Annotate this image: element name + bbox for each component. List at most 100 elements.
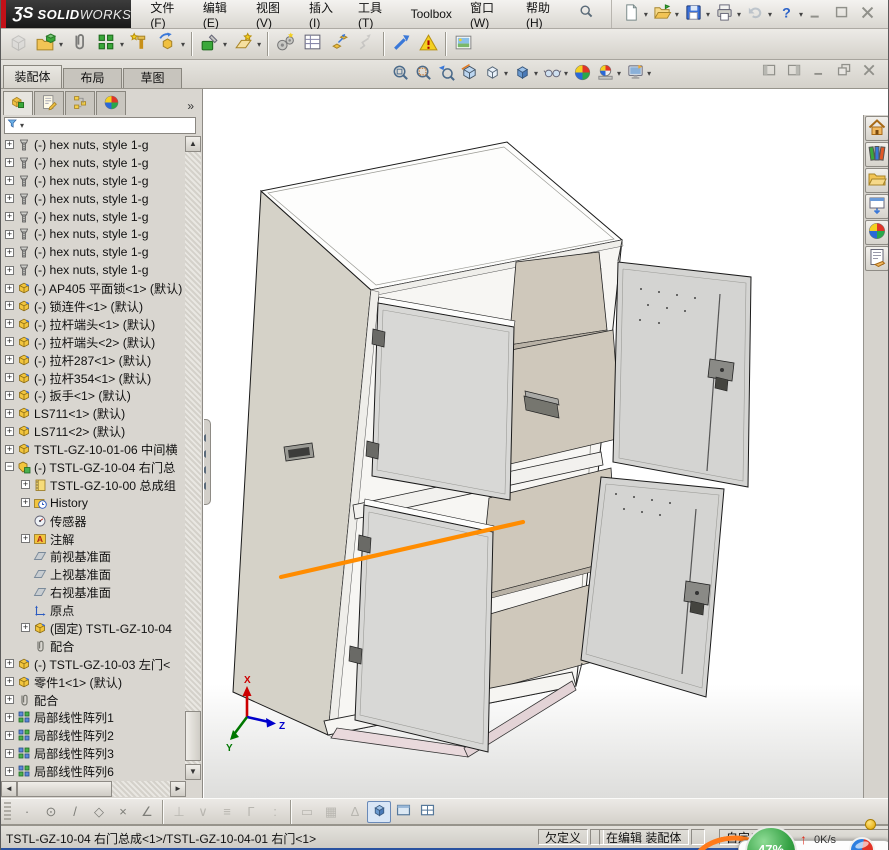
tree-item[interactable]: + TSTL-GZ-10-00 总成组 xyxy=(1,476,187,494)
dropdown-arrow[interactable]: ▾ xyxy=(257,40,261,49)
new-motion-study-button[interactable] xyxy=(272,31,299,58)
filter-dropdown-arrow[interactable]: ▾ xyxy=(20,121,24,130)
tree-item[interactable]: +原点 xyxy=(1,601,187,619)
tree-item[interactable]: + (-) hex nuts, style 1-g xyxy=(1,172,187,190)
tree-expander[interactable]: + xyxy=(21,480,30,490)
dropdown-arrow[interactable]: ▾ xyxy=(799,10,803,19)
filter-icon[interactable] xyxy=(7,118,20,134)
tree-expander[interactable]: + xyxy=(5,283,14,293)
tree-item[interactable]: + (-) 锁连件<1> (默认) xyxy=(1,297,187,315)
open-button[interactable] xyxy=(651,2,675,26)
panel-tab-dimxpert-manager[interactable] xyxy=(96,91,126,115)
ruler-button[interactable]: ▭ xyxy=(295,801,319,823)
relation-perpendicular-button[interactable]: ⊥ xyxy=(167,801,191,823)
tree-expander[interactable]: + xyxy=(21,498,30,508)
dropdown-arrow[interactable]: ▾ xyxy=(768,10,772,19)
zoom-to-area-button[interactable] xyxy=(412,62,435,85)
tree-item[interactable]: + 配合 xyxy=(1,691,187,709)
shelf-top[interactable] xyxy=(508,251,608,346)
angle-snap-button[interactable]: ∆ xyxy=(343,801,367,823)
tree-item[interactable]: − (-) TSTL-GZ-10-04 右门总 xyxy=(1,458,187,476)
hinge-upper-left-2[interactable] xyxy=(365,440,380,460)
tree-expander[interactable]: − xyxy=(5,462,14,472)
section-view-button[interactable] xyxy=(458,62,481,85)
dropdown-arrow[interactable]: ▾ xyxy=(504,69,508,78)
tree-item[interactable]: + (-) 拉杆端头<1> (默认) xyxy=(1,315,187,333)
tab-布局[interactable]: 布局 xyxy=(63,68,122,88)
insert-component-button[interactable] xyxy=(5,31,32,58)
scroll-down-button[interactable]: ▼ xyxy=(185,764,201,780)
viewport-single-button[interactable] xyxy=(391,801,415,823)
dropdown-arrow[interactable]: ▾ xyxy=(120,40,124,49)
help-button[interactable]: ? xyxy=(775,2,799,26)
tree-expander[interactable]: + xyxy=(5,659,14,669)
filter-input[interactable] xyxy=(27,118,193,133)
tree-item[interactable]: + (-) 拉杆287<1> (默认) xyxy=(1,351,187,369)
dropdown-arrow[interactable]: ▾ xyxy=(181,40,185,49)
cabinet-model[interactable]: X Z Y xyxy=(204,89,889,798)
tree-expander[interactable]: + xyxy=(5,766,14,776)
tree-item[interactable]: + A 注解 xyxy=(1,530,187,548)
interference-detection-button[interactable] xyxy=(415,31,442,58)
tree-item[interactable]: + 局部线性阵列2 xyxy=(1,726,187,744)
tree-expander[interactable]: + xyxy=(5,426,14,436)
tab-草图[interactable]: 草图 xyxy=(123,68,182,88)
shaded-view-button[interactable] xyxy=(367,800,391,823)
tree-expander[interactable]: + xyxy=(5,319,14,329)
window-close-button[interactable] xyxy=(858,5,878,23)
sketch-polygon-button[interactable]: ◇ xyxy=(87,801,111,823)
scroll-right-button[interactable]: ► xyxy=(170,781,186,797)
tree-expander[interactable]: + xyxy=(5,140,14,150)
tree-item[interactable]: + 局部线性阵列1 xyxy=(1,709,187,727)
dropdown-arrow[interactable]: ▾ xyxy=(675,10,679,19)
tree-item[interactable]: + (-) hex nuts, style 1-g xyxy=(1,243,187,261)
undo-button[interactable] xyxy=(744,2,768,26)
tree-item[interactable]: +右视基准面 xyxy=(1,583,187,601)
menu-6[interactable]: 窗口(W) xyxy=(461,0,517,30)
tree-item[interactable]: + (-) hex nuts, style 1-g xyxy=(1,225,187,243)
tree-item[interactable]: + TSTL-GZ-10-01-06 中间横 xyxy=(1,440,187,458)
dropdown-arrow[interactable]: ▾ xyxy=(737,10,741,19)
relation-points-button[interactable]: : xyxy=(263,801,287,823)
task-pane-appearances-button[interactable] xyxy=(865,220,888,245)
bill-of-materials-button[interactable] xyxy=(299,31,326,58)
mate-button[interactable] xyxy=(66,31,93,58)
viewport-split-button[interactable] xyxy=(415,801,439,823)
grid-button[interactable]: ▦ xyxy=(319,801,343,823)
dropdown-arrow[interactable]: ▾ xyxy=(223,40,227,49)
print-button[interactable] xyxy=(713,2,737,26)
exploded-view-button[interactable] xyxy=(326,31,353,58)
tree-item[interactable]: + (-) AP405 平面锁<1> (默认) xyxy=(1,279,187,297)
horizontal-scroll-thumb[interactable] xyxy=(17,781,112,797)
tree-item[interactable]: +传感器 xyxy=(1,512,187,530)
tree-item[interactable]: + (固定) TSTL-GZ-10-04 xyxy=(1,619,187,637)
tree-item[interactable]: + (-) 拉杆端头<2> (默认) xyxy=(1,333,187,351)
instant3d-button[interactable] xyxy=(388,31,415,58)
task-pane-design-library-button[interactable] xyxy=(865,142,888,167)
dropdown-arrow[interactable]: ▾ xyxy=(534,69,538,78)
tree-item[interactable]: + LS711<1> (默认) xyxy=(1,404,187,422)
sketch-trim-button[interactable]: × xyxy=(111,801,135,823)
dropdown-arrow[interactable]: ▾ xyxy=(617,69,621,78)
panel-tab-property-manager[interactable] xyxy=(34,91,64,115)
tree-expander[interactable]: + xyxy=(5,355,14,365)
door-lower-left[interactable] xyxy=(354,504,494,753)
tree-expander[interactable]: + xyxy=(5,373,14,383)
tree-item[interactable]: + (-) hex nuts, style 1-g xyxy=(1,154,187,172)
insert-components-button[interactable] xyxy=(32,31,59,58)
tree-expander[interactable]: + xyxy=(5,337,14,347)
tree-item[interactable]: + (-) 拉杆354<1> (默认) xyxy=(1,369,187,387)
edit-appearance-button[interactable] xyxy=(571,62,594,85)
tree-expander[interactable]: + xyxy=(5,247,14,257)
menu-1[interactable]: 编辑(E) xyxy=(194,0,247,30)
tree-item[interactable]: + 局部线性阵列6 xyxy=(1,762,187,780)
sketch-circle-button[interactable]: ⊙ xyxy=(39,801,63,823)
tree-expander[interactable]: + xyxy=(21,623,30,633)
menu-2[interactable]: 视图(V) xyxy=(247,0,300,30)
tree-expander[interactable]: + xyxy=(5,444,14,454)
relation-intersect-button[interactable]: ∨ xyxy=(191,801,215,823)
dropdown-arrow[interactable]: ▾ xyxy=(644,10,648,19)
panel-tab-feature-manager[interactable] xyxy=(3,91,33,115)
tree-expander[interactable]: + xyxy=(5,712,14,722)
task-pane-custom-properties-button[interactable] xyxy=(865,246,888,271)
